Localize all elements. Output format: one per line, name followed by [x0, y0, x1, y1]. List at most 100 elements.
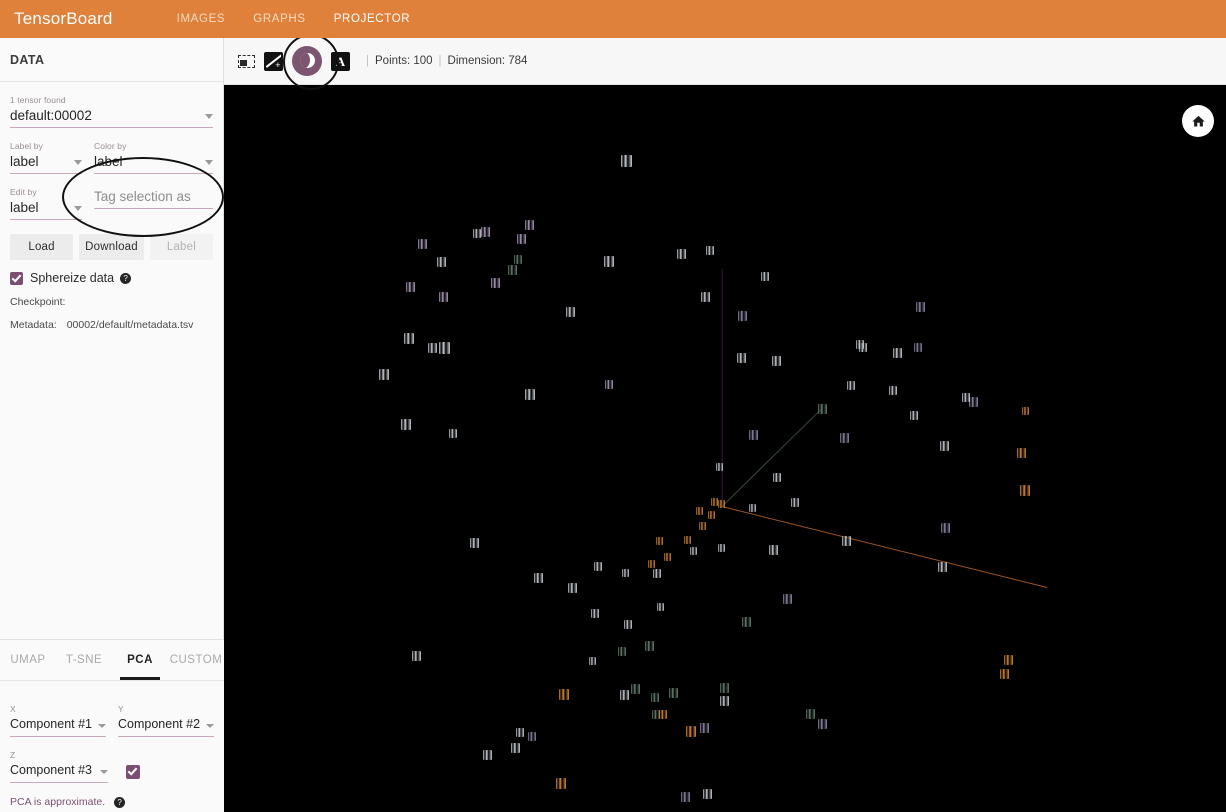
scatter-point[interactable] — [805, 708, 815, 719]
scatter-point[interactable] — [565, 306, 575, 317]
scatter-point[interactable] — [588, 656, 596, 665]
labels-icon[interactable]: A — [331, 51, 350, 71]
scatter-point[interactable] — [591, 609, 599, 618]
scatter-point[interactable] — [839, 432, 849, 443]
tab-umap[interactable]: UMAP — [0, 641, 56, 680]
scatter-point[interactable] — [438, 341, 450, 354]
scatter-point[interactable] — [683, 535, 691, 544]
scatter-point[interactable] — [618, 647, 626, 656]
nav-tab-images[interactable]: IMAGES — [163, 0, 240, 38]
scatter-point[interactable] — [698, 521, 706, 530]
scatter-point[interactable] — [659, 710, 667, 719]
scatter-point[interactable] — [621, 568, 629, 577]
color-by-field[interactable]: Color by label — [94, 141, 213, 174]
scatter-point[interactable] — [910, 411, 918, 420]
scatter-point[interactable] — [676, 248, 686, 259]
scatter-point[interactable] — [741, 616, 751, 627]
tab-custom[interactable]: CUSTOM — [168, 641, 224, 680]
help-icon[interactable]: ? — [114, 797, 126, 808]
scatter-point[interactable] — [480, 226, 490, 237]
scatter-point[interactable] — [653, 569, 661, 578]
scatter-point[interactable] — [516, 728, 524, 737]
pca-x-field[interactable]: X Component #1 — [10, 704, 107, 737]
scatter-point[interactable] — [647, 559, 655, 568]
scatter-point[interactable] — [656, 602, 664, 611]
scatter-point[interactable] — [715, 462, 723, 471]
tag-selection-field[interactable]: Tag selection as — [94, 187, 213, 220]
scatter-point[interactable] — [847, 381, 855, 390]
scatter-point[interactable] — [915, 301, 925, 312]
scatter-point[interactable] — [962, 393, 970, 402]
scatter-point[interactable] — [514, 255, 522, 264]
scatter-point[interactable] — [999, 668, 1009, 679]
scatter-point[interactable] — [516, 233, 526, 244]
scatter-point[interactable] — [507, 264, 517, 275]
scatter-point[interactable] — [680, 791, 690, 802]
scatter-point[interactable] — [510, 742, 520, 753]
scatter-point[interactable] — [605, 380, 613, 389]
scatter-point[interactable] — [695, 506, 703, 515]
scatter-point[interactable] — [482, 749, 492, 760]
scatter-point[interactable] — [1020, 485, 1030, 496]
scatter-point[interactable] — [651, 693, 659, 702]
scatter-point[interactable] — [689, 546, 697, 555]
sphereize-checkbox[interactable] — [10, 271, 23, 285]
scatter-point[interactable] — [1016, 447, 1026, 458]
scatter-point[interactable] — [449, 429, 457, 438]
scatter-point[interactable] — [438, 291, 448, 302]
scatter-point[interactable] — [748, 429, 758, 440]
pca-3d-checkbox[interactable] — [126, 765, 140, 779]
scatter-point[interactable] — [686, 726, 696, 737]
scatter-point[interactable] — [594, 562, 602, 571]
edit-by-field[interactable]: Edit by label — [10, 187, 82, 220]
scatter-point[interactable] — [710, 497, 718, 506]
nav-tab-graphs[interactable]: GRAPHS — [239, 0, 319, 38]
scatter-point[interactable] — [427, 342, 437, 353]
scatter-point[interactable] — [404, 333, 414, 344]
scatter-point[interactable] — [719, 682, 729, 693]
scatter-point[interactable] — [663, 552, 671, 561]
pca-y-field[interactable]: Y Component #2 — [118, 704, 215, 737]
label-by-field[interactable]: Label by label — [10, 141, 82, 174]
scatter-point[interactable] — [524, 219, 534, 230]
scatter-point[interactable] — [1021, 406, 1029, 415]
scatter-point[interactable] — [533, 572, 543, 583]
scatter-point[interactable] — [817, 403, 827, 414]
scatter-point[interactable] — [401, 419, 411, 430]
scatter-point[interactable] — [889, 386, 897, 395]
scatter-point[interactable] — [737, 310, 747, 321]
scatter-point[interactable] — [1003, 654, 1013, 665]
scatter-point[interactable] — [473, 229, 481, 238]
scatter-point[interactable] — [702, 788, 712, 799]
scatter-point[interactable] — [761, 272, 769, 281]
edit-mode-icon[interactable]: + — [264, 51, 283, 71]
tab-tsne[interactable]: T-SNE — [56, 641, 112, 680]
scatter-point[interactable] — [717, 543, 725, 552]
scatter-point[interactable] — [773, 473, 781, 482]
scatter-point[interactable] — [411, 650, 421, 661]
night-mode-icon[interactable] — [292, 46, 322, 76]
scatter-point[interactable] — [490, 277, 500, 288]
scatter-point[interactable] — [817, 718, 827, 729]
scatter-point[interactable] — [630, 683, 640, 694]
help-icon[interactable]: ? — [120, 272, 132, 284]
scatter-point[interactable] — [436, 256, 446, 267]
scatter-point[interactable] — [791, 498, 799, 507]
scatter-point[interactable] — [771, 355, 781, 366]
scatter-point[interactable] — [914, 343, 922, 352]
scatter-point[interactable] — [644, 640, 654, 651]
scatter-point[interactable] — [624, 620, 632, 629]
scatter-point[interactable] — [736, 352, 746, 363]
scatter-point[interactable] — [417, 238, 427, 249]
reset-view-button[interactable] — [1182, 105, 1214, 137]
scatter-point[interactable] — [707, 510, 715, 519]
scatter-point[interactable] — [525, 389, 535, 400]
select-box-icon[interactable] — [238, 54, 255, 68]
scatter-point[interactable] — [700, 291, 710, 302]
tag-selection-input[interactable]: Tag selection as — [94, 187, 191, 206]
scatter-point[interactable] — [528, 732, 536, 741]
scatter-point[interactable] — [379, 369, 389, 380]
nav-tab-projector[interactable]: PROJECTOR — [320, 0, 425, 38]
scatter-point[interactable] — [620, 154, 632, 167]
scatter-point[interactable] — [856, 340, 864, 349]
